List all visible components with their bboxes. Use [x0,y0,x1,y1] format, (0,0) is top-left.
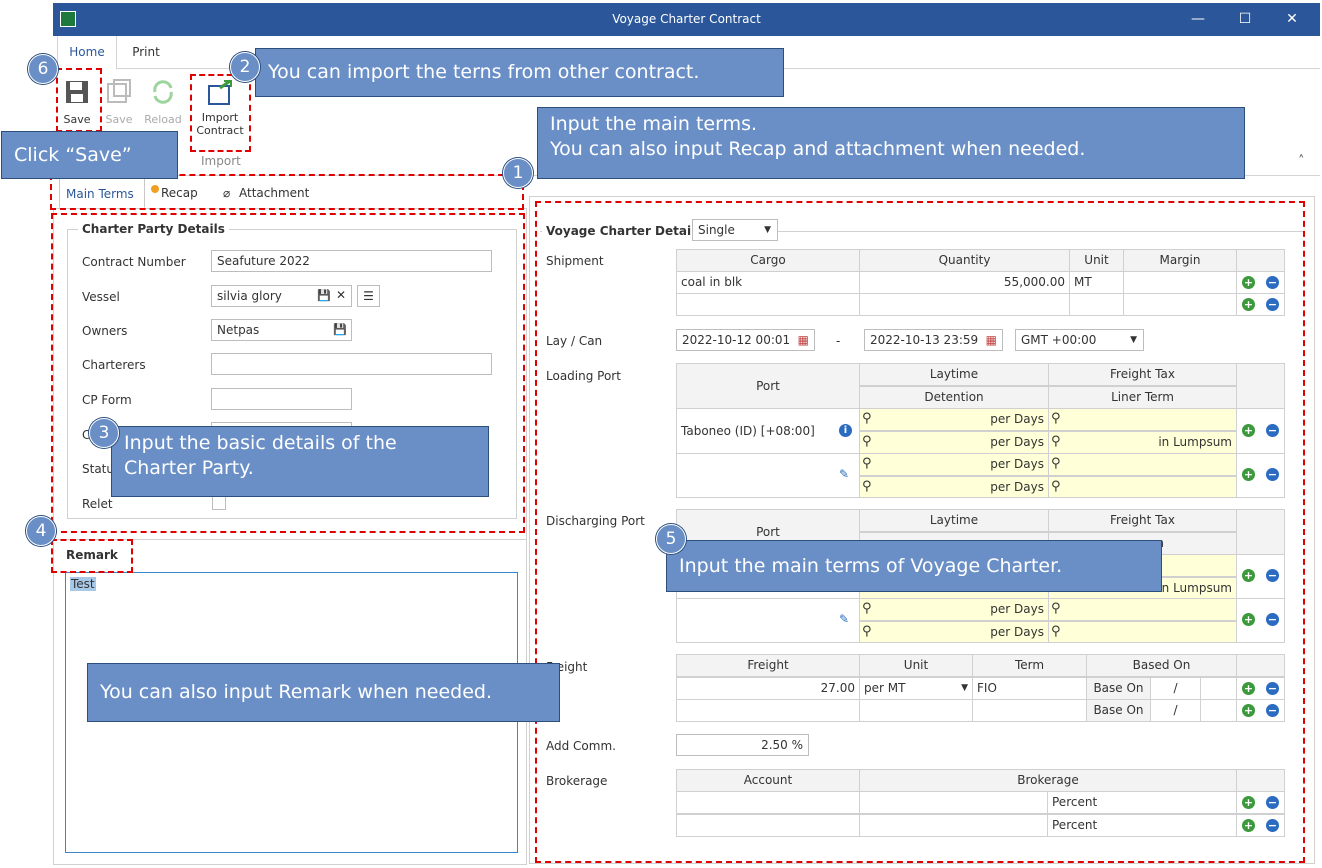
callout-save: Click “Save” [1,131,178,179]
close-button[interactable]: ✕ [1277,9,1307,29]
minimize-button[interactable]: — [1183,9,1213,29]
tab-home[interactable]: Home [57,36,117,70]
callout-main-terms: Input the main terms. You can also input… [537,107,1245,179]
save-multiple-icon [107,79,131,103]
callout-main-terms-line2: You can also input Recap and attachment … [550,138,1086,160]
reload-button[interactable]: Reload [142,78,184,126]
highlight-voyage [535,201,1305,863]
maximize-button[interactable]: ☐ [1230,9,1260,29]
save-disabled-button[interactable]: Save [100,78,138,126]
marker-5: 5 [656,524,686,554]
callout-basic-details-line1: Input the basic details of the [124,432,397,454]
callout-basic-details-line2: Charter Party. [124,457,254,479]
callout-remark: You can also input Remark when needed. [87,663,560,722]
callout-import: You can import the terns from other cont… [255,48,784,97]
title-bar: Voyage Charter Contract — ☐ ✕ [53,3,1320,36]
marker-2: 2 [230,52,260,82]
marker-3: 3 [89,418,119,448]
reload-label: Reload [144,113,182,126]
highlight-remark [51,539,133,573]
callout-main-terms-line1: Input the main terms. [550,113,758,135]
marker-6: 6 [28,54,58,84]
callout-voyage-charter: Input the main terms of Voyage Charter. [666,540,1162,592]
save-disabled-label: Save [105,113,133,126]
collapse-ribbon-icon[interactable]: ˄ [1298,154,1305,169]
ribbon-group-label: Import [201,154,241,168]
highlight-section-tabs [50,174,524,210]
reload-icon [153,80,173,104]
marker-1: 1 [503,158,533,188]
highlight-import [190,74,251,152]
highlight-save [56,68,102,132]
marker-4: 4 [26,516,56,546]
window-title: Voyage Charter Contract [612,12,761,26]
callout-basic-details: Input the basic details of the Charter P… [111,426,489,497]
tab-print[interactable]: Print [119,36,173,69]
